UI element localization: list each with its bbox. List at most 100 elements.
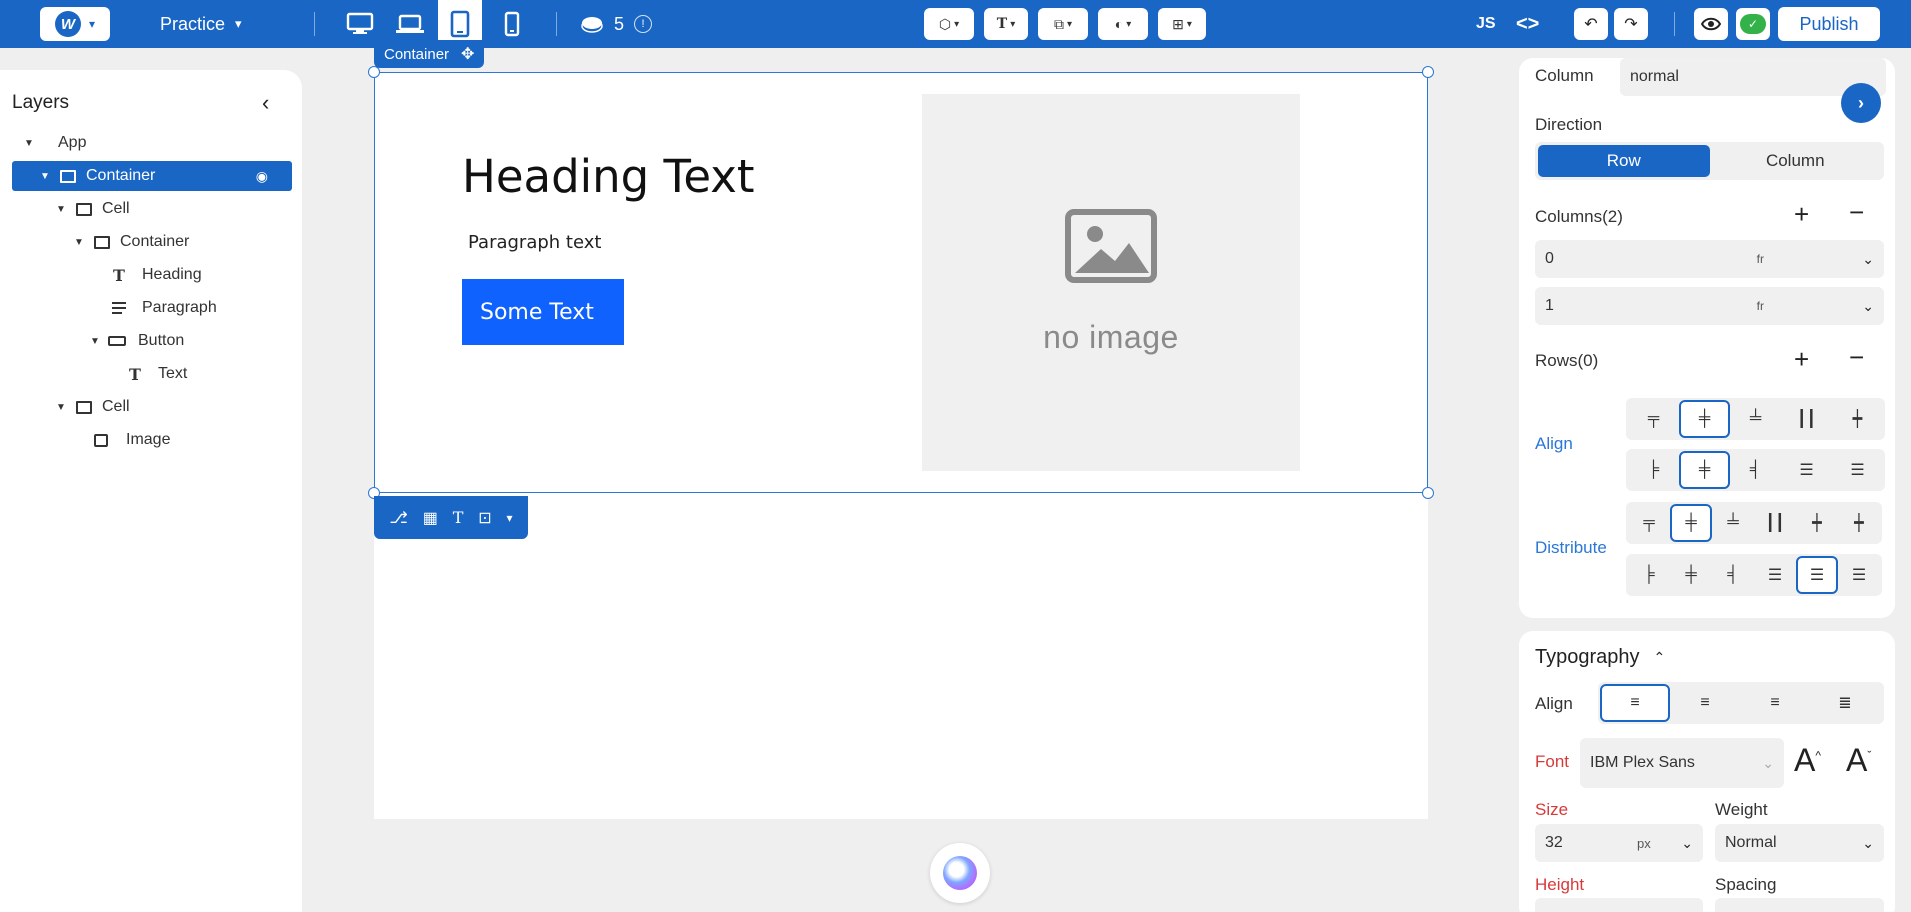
distribute-top-icon[interactable]: ╤	[1628, 504, 1670, 542]
align-baseline-icon[interactable]: ┿	[1832, 400, 1883, 438]
cloud-sync-button[interactable]: ✓	[1736, 8, 1770, 40]
layer-item-paragraph[interactable]: Paragraph	[112, 293, 284, 323]
font-family-select[interactable]: IBM Plex Sans ⌄	[1580, 738, 1784, 788]
distribute-h-around-icon[interactable]: ☰	[1796, 556, 1838, 594]
distribute-left-icon[interactable]: ╞	[1628, 556, 1670, 594]
resize-handle-top-right[interactable]	[1422, 66, 1434, 78]
distribute-bottom-icon[interactable]: ╧	[1712, 504, 1754, 542]
distribute-vertical-group: ╤ ╪ ╧ ┃┃ ┿ ┿	[1626, 502, 1882, 544]
direction-label: Direction	[1535, 115, 1603, 134]
remove-row-button[interactable]: −	[1849, 342, 1864, 373]
layer-label: Container	[86, 167, 156, 184]
distribute-around-icon[interactable]: ┿	[1796, 504, 1838, 542]
line-height-field[interactable]	[1535, 898, 1703, 912]
laptop-icon	[396, 14, 424, 33]
shape-insert-button[interactable]: ⧉ ▾	[1038, 8, 1088, 40]
text-icon[interactable]: T	[453, 508, 464, 527]
ai-assistant-button[interactable]	[930, 843, 990, 903]
align-space-icon[interactable]: ☰	[1832, 451, 1883, 489]
expand-panel-button[interactable]: ›	[1841, 83, 1881, 123]
cell-icon	[76, 202, 92, 216]
letter-spacing-label: Spacing	[1715, 875, 1777, 894]
caret-down-icon: ▼	[56, 203, 66, 215]
column-2-field[interactable]: 1 fr ⌄	[1535, 287, 1884, 325]
align-top-icon[interactable]: ╤	[1628, 400, 1679, 438]
collapse-panel-button[interactable]: ‹	[262, 90, 269, 116]
code-icon[interactable]: <>	[1516, 0, 1539, 48]
component-insert-button[interactable]: ⬡ ▾	[924, 8, 974, 40]
layout-icon[interactable]: ▦	[423, 508, 438, 528]
direction-column-option[interactable]: Column	[1710, 145, 1882, 177]
column-1-field[interactable]: 0 fr ⌄	[1535, 240, 1884, 278]
app-menu-button[interactable]: W ▾	[40, 7, 110, 41]
layers-count-indicator[interactable]: 5 !	[580, 0, 653, 48]
chevron-left-icon: ‹	[262, 90, 270, 115]
layer-item-text[interactable]: T Text	[128, 359, 284, 389]
text-insert-button[interactable]: T ▾	[984, 8, 1028, 40]
add-row-button[interactable]: +	[1794, 344, 1809, 375]
letter-spacing-field[interactable]	[1715, 898, 1884, 912]
distribute-h-evenly-icon[interactable]: ☰	[1838, 556, 1880, 594]
typography-title: Typography	[1535, 646, 1640, 668]
font-weight-value: Normal	[1725, 834, 1777, 851]
layer-item-heading[interactable]: T Heading	[112, 260, 284, 290]
remove-column-button[interactable]: −	[1849, 197, 1864, 228]
chevron-down-icon: ▾	[235, 16, 242, 31]
direction-toggle: Row Column	[1535, 142, 1884, 180]
resize-handle-bottom-right[interactable]	[1422, 487, 1434, 499]
project-selector[interactable]: Practice ▾	[160, 0, 242, 48]
increase-font-size-button[interactable]: A^	[1794, 742, 1821, 779]
move-icon[interactable]: ✥	[461, 44, 474, 64]
align-stretch-icon[interactable]: ┃┃	[1781, 400, 1832, 438]
distribute-h-between-icon[interactable]: ☰	[1754, 556, 1796, 594]
selection-label[interactable]: Container ✥	[374, 40, 485, 68]
align-label: Align	[1535, 434, 1573, 453]
layer-item-cell[interactable]: ▼ Cell	[54, 194, 284, 224]
cloud-check-icon: ✓	[1740, 14, 1766, 34]
distribute-between-icon[interactable]: ┃┃	[1754, 504, 1796, 542]
font-weight-select[interactable]: Normal ⌄	[1715, 824, 1884, 862]
distribute-right-icon[interactable]: ╡	[1712, 556, 1754, 594]
undo-button[interactable]: ↶	[1574, 8, 1608, 40]
redo-button[interactable]: ↷	[1614, 8, 1648, 40]
js-button[interactable]: JS	[1476, 0, 1496, 48]
align-right-icon[interactable]: ╡	[1730, 451, 1781, 489]
chevron-down-icon: ▾	[954, 18, 960, 30]
direction-row-option[interactable]: Row	[1538, 145, 1710, 177]
font-size-field[interactable]: 32 px ⌄	[1535, 824, 1703, 862]
layer-item-button[interactable]: ▼ Button	[88, 326, 284, 356]
text-align-justify-icon[interactable]: ≣	[1810, 684, 1880, 722]
distribute-middle-icon[interactable]: ╪	[1670, 504, 1712, 542]
align-bottom-icon[interactable]: ╧	[1730, 400, 1781, 438]
layer-item-container[interactable]: ▼ Container	[72, 227, 284, 257]
layer-item-image[interactable]: Image	[94, 425, 284, 455]
grid-icon[interactable]: ⊡	[478, 508, 491, 528]
database-icon	[581, 17, 603, 33]
mobile-view-button[interactable]	[490, 0, 534, 48]
layer-item-cell[interactable]: ▼ Cell	[54, 392, 284, 422]
text-align-right-icon[interactable]: ≡	[1740, 684, 1810, 722]
tablet-icon	[450, 10, 470, 38]
text-align-center-icon[interactable]: ≡	[1670, 684, 1740, 722]
align-justify-icon[interactable]: ☰	[1781, 451, 1832, 489]
style-insert-button[interactable]: ◐ ▾	[1098, 8, 1148, 40]
decrease-font-size-button[interactable]: Aˇ	[1846, 742, 1871, 779]
align-center-icon[interactable]: ╪	[1679, 451, 1730, 489]
frame-insert-button[interactable]: ⊞ ▾	[1158, 8, 1206, 40]
align-left-icon[interactable]: ╞	[1628, 451, 1679, 489]
component-tree-icon[interactable]: ⎇	[389, 508, 407, 528]
font-family-value: IBM Plex Sans	[1590, 754, 1695, 771]
distribute-center-icon[interactable]: ╪	[1670, 556, 1712, 594]
preview-button[interactable]	[1694, 8, 1728, 40]
add-column-button[interactable]: +	[1794, 199, 1809, 230]
typography-header[interactable]: Typography ⌃	[1535, 646, 1665, 669]
layer-item-container[interactable]: ▼ Container ◉	[12, 161, 292, 191]
chevron-down-icon[interactable]: ▾	[507, 511, 513, 525]
visibility-eye-icon[interactable]: ◉	[256, 168, 268, 185]
text-align-left-icon[interactable]: ≡	[1600, 684, 1670, 722]
layer-item-app[interactable]: ▼ App	[22, 128, 292, 158]
chevron-down-icon: ⌄	[1862, 250, 1874, 267]
align-middle-icon[interactable]: ╪	[1679, 400, 1730, 438]
distribute-evenly-icon[interactable]: ┿	[1838, 504, 1880, 542]
publish-button[interactable]: Publish	[1778, 7, 1880, 41]
